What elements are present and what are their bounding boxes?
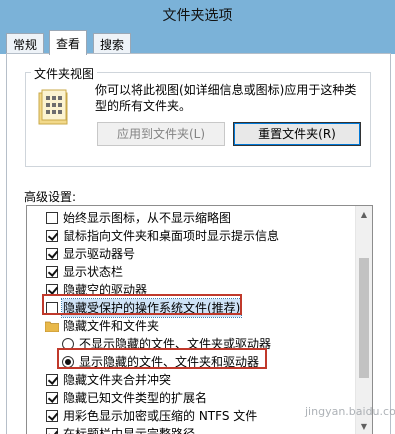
advanced-settings-list[interactable]: 始终显示图标，从不显示缩略图 鼠标指向文件夹和桌面项时显示提示信息 显示驱动器号… <box>26 205 373 434</box>
tab-strip: 常规 查看 搜索 <box>0 28 395 55</box>
list-item-label: 用彩色显示加密或压缩的 NTFS 文件 <box>63 409 258 423</box>
tab-view[interactable]: 查看 <box>49 30 88 55</box>
checkbox[interactable] <box>46 410 58 422</box>
window-titlebar[interactable]: 文件夹选项 <box>0 0 395 28</box>
vertical-scrollbar[interactable]: ▲ ▼ <box>355 206 372 434</box>
checkbox[interactable] <box>46 248 58 260</box>
folder-views-description: 你可以将此视图(如详细信息或图标)应用于这种类型的所有文件夹。 <box>95 83 357 113</box>
checkbox[interactable] <box>46 428 58 434</box>
advanced-settings-label: 高级设置: <box>24 190 77 204</box>
checkbox[interactable] <box>46 266 58 278</box>
folder-icon <box>45 321 59 332</box>
scroll-up-icon[interactable]: ▲ <box>356 206 372 223</box>
list-item-label: 始终显示图标，从不显示缩略图 <box>63 211 232 225</box>
list-item-label: 显示状态栏 <box>63 265 124 279</box>
folder-views-label: 文件夹视图 <box>31 65 98 82</box>
list-item-label: 隐藏已知文件类型的扩展名 <box>63 391 208 405</box>
scroll-down-icon[interactable]: ▼ <box>356 418 372 434</box>
checkbox[interactable] <box>46 230 58 242</box>
folder-view-icon <box>38 89 68 125</box>
checkbox[interactable] <box>46 374 58 386</box>
list-item-label: 在标题栏中显示完整路径 <box>63 427 196 434</box>
apply-to-folders-button[interactable]: 应用到文件夹(L) <box>97 122 225 146</box>
tab-search[interactable]: 搜索 <box>93 33 132 54</box>
reset-folders-button[interactable]: 重置文件夹(R) <box>233 122 361 146</box>
checkbox[interactable] <box>46 212 58 224</box>
tab-general[interactable]: 常规 <box>6 33 45 54</box>
watermark-text: jingyan.baidu.com <box>305 405 395 418</box>
list-item-label: 隐藏文件和文件夹 <box>63 319 160 333</box>
list-item-label: 隐藏文件夹合并冲突 <box>63 373 172 387</box>
scroll-thumb[interactable] <box>359 258 369 378</box>
checkbox[interactable] <box>46 392 58 404</box>
window-title: 文件夹选项 <box>162 8 233 24</box>
list-item-label: 显示驱动器号 <box>63 247 136 261</box>
annotation-highlight-box <box>57 348 267 369</box>
annotation-highlight-box <box>42 294 242 315</box>
list-item-label: 鼠标指向文件夹和桌面项时显示提示信息 <box>63 229 280 243</box>
